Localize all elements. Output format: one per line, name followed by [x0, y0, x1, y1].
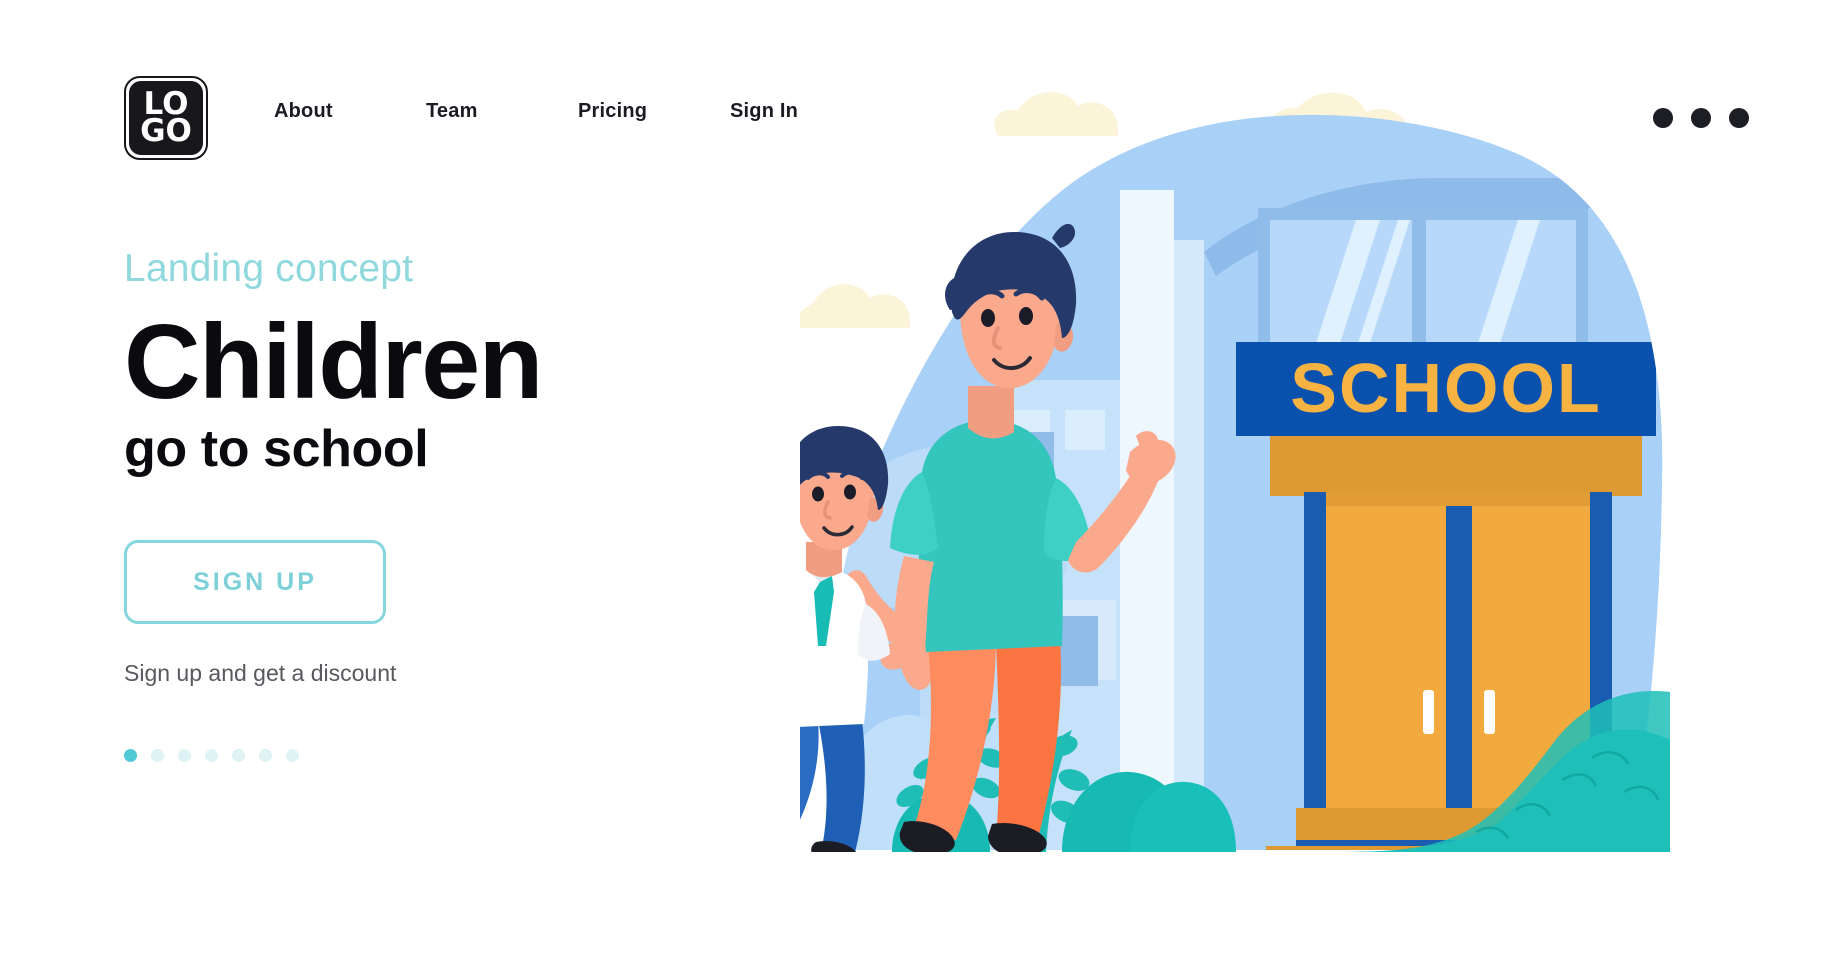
carousel-dot-7[interactable]: [286, 749, 299, 763]
carousel-dot-6[interactable]: [259, 749, 272, 763]
carousel-dot-5[interactable]: [232, 749, 245, 763]
sign-up-note: Sign up and get a discount: [124, 660, 397, 687]
carousel-dot-3[interactable]: [178, 749, 191, 763]
nav-item-sign-in[interactable]: Sign In: [730, 100, 798, 122]
page-title: Children: [124, 302, 543, 421]
school-sign: SCHOOL: [1236, 342, 1656, 436]
carousel-dot-2[interactable]: [151, 749, 164, 763]
door-handle-right: [1484, 690, 1495, 734]
eye: [1019, 307, 1033, 325]
school-door-left: [1326, 492, 1446, 850]
nav-slot: Pricing: [578, 100, 730, 123]
boy-eye: [844, 484, 856, 500]
boy-pants: [800, 720, 819, 820]
nav-item-team[interactable]: Team: [426, 100, 478, 122]
boy-eye: [812, 486, 824, 502]
school-sign-text: SCHOOL: [1290, 349, 1601, 427]
nav-slot: About: [274, 100, 426, 123]
nav-item-pricing[interactable]: Pricing: [578, 100, 647, 122]
boy-shirt: [800, 568, 869, 727]
hero-illustration: SCHOOL: [800, 80, 1670, 910]
door-handle-left: [1423, 690, 1434, 734]
school-scene-svg: SCHOOL: [800, 92, 1670, 859]
sign-up-button[interactable]: SIGN UP: [124, 540, 386, 625]
logo[interactable]: LO GO: [124, 76, 208, 160]
carousel-dot-1[interactable]: [124, 749, 137, 763]
door-center-mullion: [1446, 492, 1472, 851]
carousel-dots: [124, 749, 744, 763]
logo-inner: LO GO: [129, 81, 203, 155]
tshirt: [918, 420, 1063, 652]
menu-dot: [1691, 108, 1711, 128]
hero-eyebrow: Landing concept: [124, 247, 414, 290]
door-frame-post: [1304, 492, 1326, 851]
nav-item-about[interactable]: About: [274, 100, 333, 122]
menu-dot: [1729, 108, 1749, 128]
ground-line: [800, 852, 1670, 859]
logo-line-2: GO: [140, 113, 192, 149]
eye: [981, 309, 995, 327]
boy-pants: [818, 720, 865, 852]
entrance-lintel: [1270, 436, 1642, 496]
nav-slot: Team: [426, 100, 578, 123]
carousel-dot-4[interactable]: [205, 749, 218, 763]
page-subtitle: go to school: [124, 420, 429, 479]
main-nav: About Team Pricing Sign In: [274, 100, 882, 123]
landing-page: LO GO About Team Pricing Sign In Landing…: [0, 0, 1837, 980]
facade-slab: [1174, 240, 1204, 851]
hero-copy: Landing concept Children go to school SI…: [124, 247, 744, 763]
